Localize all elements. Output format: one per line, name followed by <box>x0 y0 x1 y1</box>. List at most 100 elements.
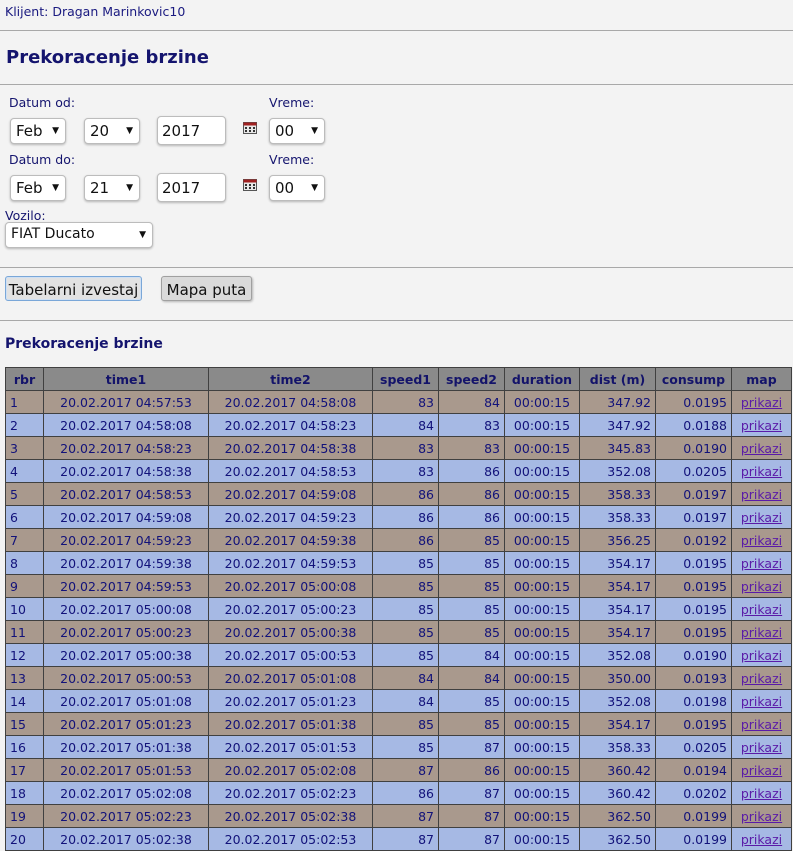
cell-consump: 0.0198 <box>655 689 732 713</box>
cell-dist: 356.25 <box>579 528 656 552</box>
cell-speed2: 87 <box>438 781 505 805</box>
show-map-link[interactable]: prikazi <box>741 786 782 801</box>
cell-duration: 00:00:15 <box>504 781 580 805</box>
calendar-icon[interactable] <box>243 179 257 191</box>
cell-time1: 20.02.2017 05:01:08 <box>43 689 209 713</box>
show-map-link[interactable]: prikazi <box>741 740 782 755</box>
cell-consump: 0.0202 <box>655 781 732 805</box>
to-year-input[interactable]: 2017 <box>157 173 226 202</box>
table-row: 6 20.02.2017 04:59:08 20.02.2017 04:59:23 8… <box>5 505 792 529</box>
cell-speed1: 86 <box>372 482 439 506</box>
show-map-link[interactable]: prikazi <box>741 671 782 686</box>
cell-time1: 20.02.2017 05:02:38 <box>43 827 209 851</box>
cell-time2: 20.02.2017 05:01:23 <box>208 689 373 713</box>
show-map-link[interactable]: prikazi <box>741 763 782 778</box>
cell-rbr: 9 <box>5 574 44 598</box>
show-map-link[interactable]: prikazi <box>741 602 782 617</box>
cell-rbr: 3 <box>5 436 44 460</box>
divider <box>0 84 793 85</box>
speeding-table: rbr time1 time2 speed1 speed2 duration d… <box>5 367 792 851</box>
show-map-link[interactable]: prikazi <box>741 441 782 456</box>
show-map-link[interactable]: prikazi <box>741 510 782 525</box>
cell-speed2: 85 <box>438 689 505 713</box>
cell-map: prikazi <box>731 482 792 506</box>
show-map-link[interactable]: prikazi <box>741 487 782 502</box>
to-day-select[interactable]: 21 ▼ <box>84 175 140 201</box>
cell-consump: 0.0195 <box>655 574 732 598</box>
report-title: Prekoracenje brzine <box>5 336 163 352</box>
show-map-link[interactable]: prikazi <box>741 418 782 433</box>
cell-speed2: 85 <box>438 597 505 621</box>
col-header-consump: consump <box>655 367 732 391</box>
calendar-icon[interactable] <box>243 122 257 134</box>
col-header-dist: dist (m) <box>579 367 656 391</box>
show-map-link[interactable]: prikazi <box>741 809 782 824</box>
cell-duration: 00:00:15 <box>504 413 580 437</box>
cell-duration: 00:00:15 <box>504 804 580 828</box>
from-year-input[interactable]: 2017 <box>157 116 226 145</box>
cell-speed1: 85 <box>372 712 439 736</box>
table-row: 14 20.02.2017 05:01:08 20.02.2017 05:01:23… <box>5 689 792 713</box>
show-map-link[interactable]: prikazi <box>741 464 782 479</box>
chevron-down-icon: ▼ <box>126 126 133 136</box>
table-row: 2 20.02.2017 04:58:08 20.02.2017 04:58:23 8… <box>5 413 792 437</box>
show-map-link[interactable]: prikazi <box>741 533 782 548</box>
route-map-button[interactable]: Mapa puta <box>161 276 252 301</box>
date-from-label: Datum od: <box>9 95 76 110</box>
show-map-link[interactable]: prikazi <box>741 579 782 594</box>
cell-speed2: 86 <box>438 505 505 529</box>
show-map-link[interactable]: prikazi <box>741 625 782 640</box>
cell-consump: 0.0193 <box>655 666 732 690</box>
cell-consump: 0.0205 <box>655 459 732 483</box>
cell-consump: 0.0195 <box>655 551 732 575</box>
cell-time2: 20.02.2017 04:58:08 <box>208 390 373 414</box>
cell-speed1: 84 <box>372 666 439 690</box>
cell-rbr: 10 <box>5 597 44 621</box>
show-map-link[interactable]: prikazi <box>741 694 782 709</box>
from-hour-select[interactable]: 00 ▼ <box>269 118 325 144</box>
cell-rbr: 20 <box>5 827 44 851</box>
show-map-link[interactable]: prikazi <box>741 395 782 410</box>
show-map-link[interactable]: prikazi <box>741 717 782 732</box>
cell-map: prikazi <box>731 666 792 690</box>
cell-speed1: 85 <box>372 620 439 644</box>
to-month-value: Feb <box>16 179 43 197</box>
table-row: 15 20.02.2017 05:01:23 20.02.2017 05:01:38… <box>5 712 792 736</box>
cell-consump: 0.0195 <box>655 390 732 414</box>
col-header-time1: time1 <box>43 367 209 391</box>
show-map-link[interactable]: prikazi <box>741 556 782 571</box>
vehicle-select[interactable]: FIAT Ducato ▼ <box>5 222 153 248</box>
cell-time1: 20.02.2017 05:01:38 <box>43 735 209 759</box>
cell-time2: 20.02.2017 04:58:38 <box>208 436 373 460</box>
table-report-button[interactable]: Tabelarni izvestaj <box>5 276 142 301</box>
cell-duration: 00:00:15 <box>504 436 580 460</box>
show-map-link[interactable]: prikazi <box>741 832 782 847</box>
cell-map: prikazi <box>731 551 792 575</box>
cell-rbr: 17 <box>5 758 44 782</box>
cell-dist: 354.17 <box>579 574 656 598</box>
to-month-select[interactable]: Feb ▼ <box>10 175 66 201</box>
cell-dist: 345.83 <box>579 436 656 460</box>
col-header-time2: time2 <box>208 367 373 391</box>
cell-consump: 0.0197 <box>655 482 732 506</box>
col-header-duration: duration <box>504 367 580 391</box>
table-row: 11 20.02.2017 05:00:23 20.02.2017 05:00:38… <box>5 620 792 644</box>
table-row: 5 20.02.2017 04:58:53 20.02.2017 04:59:08 8… <box>5 482 792 506</box>
cell-duration: 00:00:15 <box>504 620 580 644</box>
to-hour-select[interactable]: 00 ▼ <box>269 175 325 201</box>
cell-speed2: 87 <box>438 804 505 828</box>
cell-time1: 20.02.2017 05:02:23 <box>43 804 209 828</box>
cell-map: prikazi <box>731 804 792 828</box>
divider <box>0 267 793 268</box>
cell-rbr: 5 <box>5 482 44 506</box>
cell-dist: 360.42 <box>579 781 656 805</box>
from-day-select[interactable]: 20 ▼ <box>84 118 140 144</box>
cell-dist: 362.50 <box>579 804 656 828</box>
cell-map: prikazi <box>731 436 792 460</box>
col-header-speed1: speed1 <box>372 367 439 391</box>
show-map-link[interactable]: prikazi <box>741 648 782 663</box>
cell-map: prikazi <box>731 413 792 437</box>
cell-time2: 20.02.2017 05:02:08 <box>208 758 373 782</box>
from-month-select[interactable]: Feb ▼ <box>10 118 66 144</box>
cell-consump: 0.0190 <box>655 436 732 460</box>
